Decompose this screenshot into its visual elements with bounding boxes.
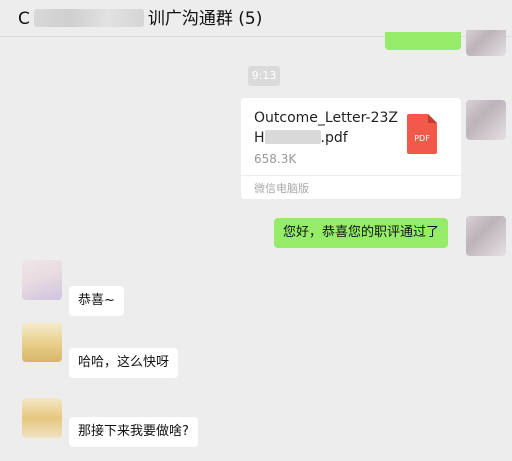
- my-avatar[interactable]: [466, 30, 506, 56]
- contact-avatar[interactable]: [22, 260, 62, 300]
- file-size: 658.3K: [254, 152, 297, 166]
- my-avatar[interactable]: [466, 216, 506, 256]
- file-extension: .pdf: [320, 130, 348, 146]
- incoming-message[interactable]: 哈哈，这么快呀: [69, 348, 179, 378]
- chat-title-prefix: C: [18, 9, 30, 29]
- redacted-filename: [264, 130, 321, 144]
- file-footer: 微信电脑版: [241, 175, 461, 200]
- redacted-name: [33, 9, 144, 27]
- file-name: Outcome_Letter-23ZH .pdf: [254, 108, 404, 148]
- file-message-card[interactable]: Outcome_Letter-23ZH .pdf 658.3K PDF 微信电脑版: [241, 98, 461, 199]
- outgoing-message[interactable]: 您好，恭喜您的职评通过了: [274, 218, 449, 248]
- incoming-message[interactable]: 恭喜~: [69, 286, 124, 316]
- chat-title-suffix: 训广沟通群 (5): [147, 9, 263, 29]
- previous-sent-bubble[interactable]: [385, 32, 461, 50]
- my-avatar[interactable]: [466, 100, 506, 140]
- chat-title[interactable]: C 训广沟通群 (5): [18, 4, 262, 29]
- timestamp-badge: 9:13: [248, 66, 280, 86]
- incoming-message[interactable]: 那接下来我要做啥?: [69, 417, 198, 447]
- contact-avatar[interactable]: [22, 398, 62, 438]
- pdf-icon-label: PDF: [414, 134, 430, 143]
- file-source-label: 微信电脑版: [254, 182, 309, 195]
- pdf-file-icon: PDF: [407, 114, 437, 154]
- contact-avatar[interactable]: [22, 322, 62, 362]
